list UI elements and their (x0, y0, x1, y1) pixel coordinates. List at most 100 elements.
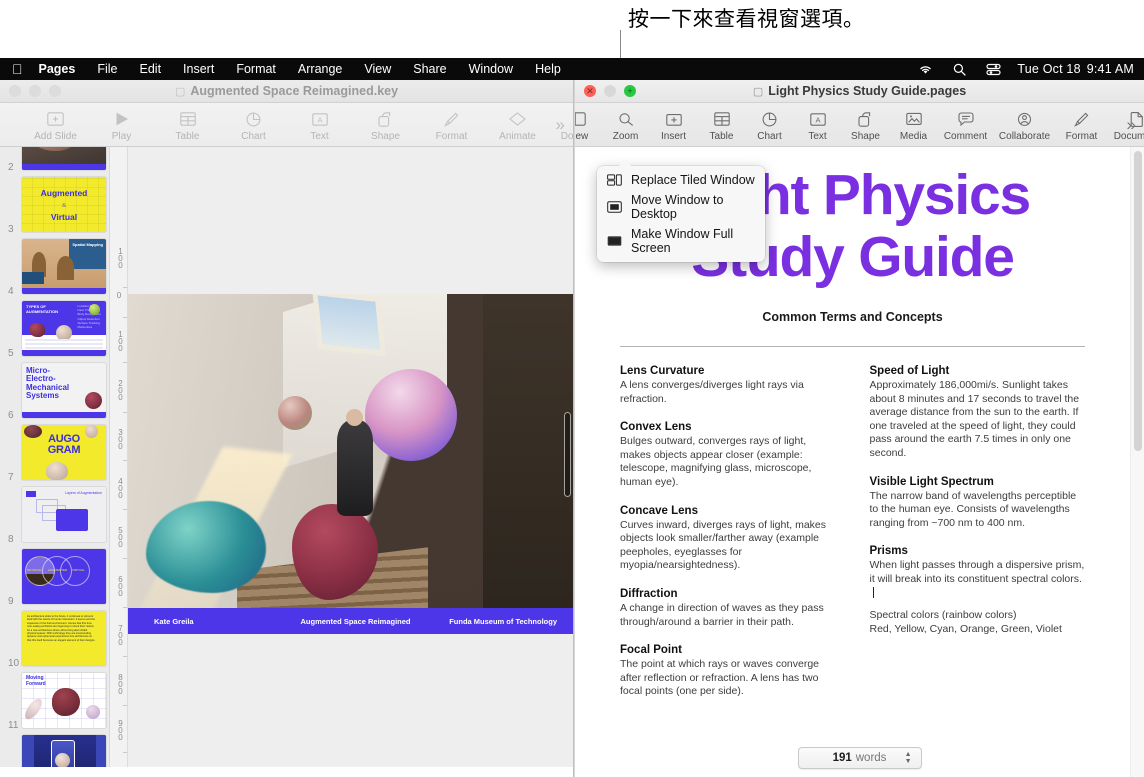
menu-item-replace-tiled-window[interactable]: Replace Tiled Window (597, 170, 765, 190)
pages-tool-text[interactable]: A Text (794, 108, 842, 142)
pages-tool-collaborate[interactable]: Collaborate (994, 108, 1056, 142)
menu-item-share[interactable]: Share (402, 62, 457, 76)
slide-thumbnail-row[interactable]: PHYSICAL AUGMENTED VIRTUAL 9 (0, 547, 110, 609)
ruler-label: 300 (114, 428, 124, 449)
keynote-toolbar-overflow-icon[interactable]: » (556, 115, 565, 135)
menu-item-replace-tiled-window-label: Replace Tiled Window (631, 173, 755, 187)
keynote-tool-add-slide[interactable]: Add Slide (23, 108, 89, 142)
slide-thumbnail[interactable]: As architecture looks to the future, it … (22, 611, 106, 666)
keynote-tool-format-label: Format (436, 131, 468, 142)
svg-text:A: A (317, 115, 322, 124)
pages-tool-table[interactable]: Table (698, 108, 746, 142)
text-cursor (873, 587, 874, 598)
term-body: Curves inward, diverges rays of light, m… (620, 519, 836, 573)
control-center-icon[interactable] (976, 63, 1011, 76)
keynote-tool-play[interactable]: Play (89, 108, 155, 142)
pages-tool-zoom[interactable]: Zoom (602, 108, 650, 142)
menu-item-pages[interactable]: Pages (37, 62, 87, 76)
slide-scroll-wrap[interactable]: Kate Greila Augmented Space Reimagined F… (128, 147, 573, 777)
slide-thumbnail-row[interactable]: Micro-Electro-MechanicalSystems 6 (0, 361, 110, 423)
keynote-window[interactable]: ▢ Augmented Space Reimagined.key View (0, 80, 574, 777)
pages-tool-view[interactable]: View (575, 108, 602, 142)
pages-tool-collaborate-label: Collaborate (999, 131, 1050, 142)
pages-scrollbar-knob[interactable] (1134, 151, 1142, 451)
keynote-tool-format[interactable]: Format (419, 108, 485, 142)
pages-tool-format[interactable]: Format (1056, 108, 1108, 142)
slide-thumbnail[interactable] (22, 147, 106, 170)
slide-thumbnail-row[interactable]: 2 (0, 147, 110, 175)
window-options-menu[interactable]: Replace Tiled Window Move Window to Desk… (597, 166, 765, 262)
search-icon[interactable] (943, 63, 976, 76)
slide-thumbnail-row[interactable]: MovingForward 11 (0, 671, 110, 733)
menu-item-arrange[interactable]: Arrange (287, 62, 353, 76)
pages-toolbar-overflow-icon[interactable]: » (1127, 115, 1136, 135)
slide-thumbnail[interactable]: Spatial Mapping (22, 239, 106, 294)
slide-thumbnail[interactable]: Augmented&Virtual (22, 177, 106, 232)
menu-item-edit[interactable]: Edit (129, 62, 173, 76)
word-count-stepper-icon[interactable]: ▲▼ (905, 751, 912, 765)
slide-navigator[interactable]: 2 Augmented&Virtual 3 (0, 147, 110, 777)
media-icon (906, 110, 922, 129)
canvas-vertical-scrollbar[interactable] (564, 412, 571, 497)
keynote-tool-shape[interactable]: Shape (353, 108, 419, 142)
slide-thumbnail-row[interactable]: Augmented&Virtual 3 (0, 175, 110, 237)
pages-tool-shape[interactable]: Shape (842, 108, 890, 142)
slide-thumbnail[interactable]: Micro-Electro-MechanicalSystems (22, 363, 106, 418)
pages-tool-zoom-label: Zoom (613, 131, 639, 142)
keynote-tool-view[interactable]: View (0, 108, 23, 142)
term-body: A lens converges/diverges light rays via… (620, 379, 836, 406)
slide-footer-org: Funda Museum of Technology (449, 617, 557, 626)
pages-toolbar[interactable]: View Zoom Insert (575, 103, 1144, 147)
pages-tool-chart[interactable]: Chart (746, 108, 794, 142)
apple-logo-icon[interactable]:  (12, 62, 23, 76)
menu-item-window[interactable]: Window (458, 62, 524, 76)
slide-thumbnail[interactable]: Layers of Augmentation (22, 487, 106, 542)
menu-bar-time[interactable]: 9:41 AM (1081, 62, 1134, 76)
collaborate-icon (1016, 110, 1033, 129)
insert-icon (666, 110, 682, 129)
term-entry: Convex Lens Bulges outward, converges ra… (620, 421, 836, 489)
pages-tool-comment[interactable]: Comment (938, 108, 994, 142)
menu-item-move-window-to-desktop[interactable]: Move Window to Desktop (597, 190, 765, 224)
keynote-body: 2 Augmented&Virtual 3 (0, 147, 573, 777)
menu-item-view[interactable]: View (353, 62, 402, 76)
keynote-title-bar[interactable]: ▢ Augmented Space Reimagined.key (0, 80, 573, 103)
pages-tool-media[interactable]: Media (890, 108, 938, 142)
term-body: When light passes through a dispersive p… (870, 559, 1086, 600)
word-count-badge[interactable]: 191 words ▲▼ (798, 747, 922, 769)
pages-vertical-scrollbar[interactable] (1130, 147, 1144, 777)
slide-thumbnail[interactable]: MovingForward (22, 673, 106, 728)
term-body: A change in direction of waves as they p… (620, 602, 836, 629)
menu-item-file[interactable]: File (86, 62, 128, 76)
menu-item-format[interactable]: Format (225, 62, 287, 76)
slide-thumbnail[interactable]: TYPES OFAUGMENTATION Location BasedFace … (22, 301, 106, 356)
format-brush-icon (444, 110, 459, 129)
slide-thumbnail-row[interactable]: Layers of Augmentation 8 (0, 485, 110, 547)
slide-canvas[interactable]: Kate Greila Augmented Space Reimagined F… (128, 294, 573, 634)
menu-bar-date[interactable]: Tue Oct 18 (1011, 62, 1080, 76)
slide-number: 8 (8, 534, 14, 545)
slide-thumbnail-row[interactable]: TYPES OFAUGMENTATION Location BasedFace … (0, 299, 110, 361)
keynote-tool-chart[interactable]: Chart (221, 108, 287, 142)
menu-item-help[interactable]: Help (524, 62, 572, 76)
shape-icon (858, 110, 874, 129)
keynote-tool-table[interactable]: Table (155, 108, 221, 142)
keynote-tool-animate[interactable]: Animate (485, 108, 551, 142)
wifi-icon[interactable] (908, 64, 943, 75)
ruler-label: 400 (114, 477, 124, 498)
keynote-window-title: Augmented Space Reimagined.key (190, 84, 398, 98)
slide-thumbnail-row[interactable]: AUGOGRAM 7 (0, 423, 110, 485)
slide-thumbnail[interactable]: PHYSICAL AUGMENTED VIRTUAL (22, 549, 106, 604)
slide-thumbnail[interactable]: AUGOGRAM (22, 425, 106, 480)
text-icon: A (312, 110, 328, 129)
pages-title-bar[interactable]: ✕ + ▢ Light Physics Study Guide.pages (575, 80, 1144, 103)
slide-thumbnail-row[interactable]: As architecture looks to the future, it … (0, 609, 110, 671)
menu-item-make-window-full-screen[interactable]: Make Window Full Screen (597, 224, 765, 258)
menu-item-insert[interactable]: Insert (172, 62, 225, 76)
pages-tool-insert[interactable]: Insert (650, 108, 698, 142)
slide-thumbnail-row[interactable]: Spatial Mapping 4 (0, 237, 110, 299)
slide-canvas-area[interactable]: 100 0 100 200 300 400 500 (110, 147, 573, 777)
callout-annotation-text: 按一下來查看視窗選項。 (628, 3, 865, 33)
keynote-tool-text[interactable]: A Text (287, 108, 353, 142)
keynote-toolbar[interactable]: View Add Slide Play (0, 103, 573, 147)
